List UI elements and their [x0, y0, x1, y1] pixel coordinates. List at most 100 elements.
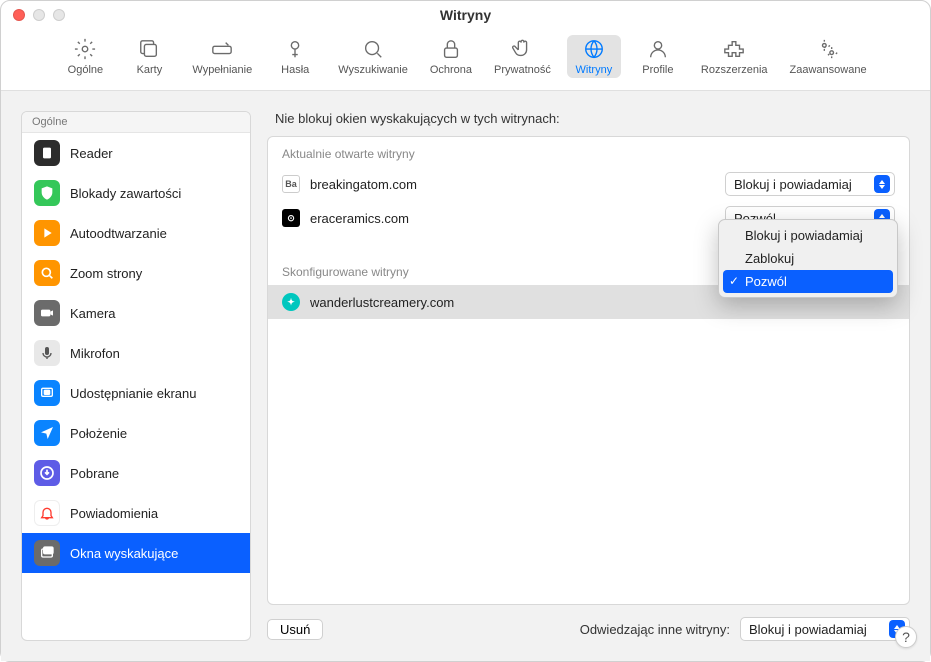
sidebar-list[interactable]: Reader Blokady zawartości Autoodtwarzani…	[22, 133, 250, 640]
toolbar-label: Rozszerzenia	[701, 64, 768, 76]
location-icon	[34, 420, 60, 446]
toolbar-advanced[interactable]: Zaawansowane	[784, 35, 873, 78]
titlebar: Witryny	[1, 1, 930, 29]
zoom-icon	[34, 260, 60, 286]
sidebar-item-label: Okna wyskakujące	[70, 546, 178, 561]
mic-icon	[34, 340, 60, 366]
toolbar-websites[interactable]: Witryny	[567, 35, 621, 78]
sidebar-item-label: Reader	[70, 146, 113, 161]
main-panel: Nie blokuj okien wyskakujących w tych wi…	[267, 111, 910, 641]
footer-row: Usuń Odwiedzając inne witryny: Blokuj i …	[267, 605, 910, 641]
toolbar-label: Profile	[642, 64, 673, 76]
help-button[interactable]: ?	[895, 626, 917, 648]
profile-icon	[646, 37, 670, 61]
sidebar-item-label: Pobrane	[70, 466, 119, 481]
select-value: Blokuj i powiadamiaj	[749, 622, 867, 637]
site-favicon: ⊙	[282, 209, 300, 227]
bell-icon	[34, 500, 60, 526]
toolbar-label: Wypełnianie	[192, 64, 252, 76]
sidebar-item-reader[interactable]: Reader	[22, 133, 250, 173]
toolbar-passwords[interactable]: Hasła	[268, 35, 322, 78]
sidebar-item-label: Blokady zawartości	[70, 186, 181, 201]
sidebar-item-label: Autoodtwarzanie	[70, 226, 167, 241]
sidebar-item-label: Udostępnianie ekranu	[70, 386, 196, 401]
sidebar-item-page-zoom[interactable]: Zoom strony	[22, 253, 250, 293]
toolbar-profiles[interactable]: Profile	[631, 35, 685, 78]
screen-icon	[34, 380, 60, 406]
site-list-box: Aktualnie otwarte witryny Ba breakingato…	[267, 136, 910, 605]
key-icon	[283, 37, 307, 61]
toolbar-tabs[interactable]: Karty	[122, 35, 176, 78]
hand-icon	[510, 37, 534, 61]
zoom-window-button[interactable]	[53, 9, 65, 21]
toolbar-autofill[interactable]: Wypełnianie	[186, 35, 258, 78]
close-window-button[interactable]	[13, 9, 25, 21]
toolbar-extensions[interactable]: Rozszerzenia	[695, 35, 774, 78]
sidebar-item-label: Powiadomienia	[70, 506, 158, 521]
visiting-others-label: Odwiedzając inne witryny:	[580, 622, 730, 637]
sidebar-item-label: Kamera	[70, 306, 116, 321]
toolbar-label: Wyszukiwanie	[338, 64, 408, 76]
sidebar-item-camera[interactable]: Kamera	[22, 293, 250, 333]
sidebar-item-label: Położenie	[70, 426, 127, 441]
shield-icon	[34, 180, 60, 206]
toolbar-security[interactable]: Ochrona	[424, 35, 478, 78]
remove-button[interactable]: Usuń	[267, 619, 323, 640]
dropdown-menu: Blokuj i powiadamiaj Zablokuj Pozwól	[718, 219, 898, 298]
tabs-icon	[137, 37, 161, 61]
sidebar-item-autoplay[interactable]: Autoodtwarzanie	[22, 213, 250, 253]
toolbar-privacy[interactable]: Prywatność	[488, 35, 557, 78]
gear-icon	[73, 37, 97, 61]
autofill-icon	[210, 37, 234, 61]
play-icon	[34, 220, 60, 246]
visiting-others-select[interactable]: Blokuj i powiadamiaj	[740, 617, 910, 641]
lock-icon	[439, 37, 463, 61]
content-area: Ogólne Reader Blokady zawartości Autoodt…	[1, 91, 930, 661]
toolbar-general[interactable]: Ogólne	[58, 35, 112, 78]
toolbar-label: Zaawansowane	[790, 64, 867, 76]
footer-right: Odwiedzając inne witryny: Blokuj i powia…	[580, 617, 910, 641]
globe-icon	[582, 37, 606, 61]
site-favicon: Ba	[282, 175, 300, 193]
site-favicon: ✦	[282, 293, 300, 311]
minimize-window-button[interactable]	[33, 9, 45, 21]
sidebar-item-label: Mikrofon	[70, 346, 120, 361]
search-icon	[361, 37, 385, 61]
sidebar-item-downloads[interactable]: Pobrane	[22, 453, 250, 493]
popup-icon	[34, 540, 60, 566]
preferences-window: Witryny Ogólne Karty Wypełnianie Hasła W…	[0, 0, 931, 662]
site-setting-select[interactable]: Blokuj i powiadamiaj	[725, 172, 895, 196]
site-row[interactable]: Ba breakingatom.com Blokuj i powiadamiaj	[268, 167, 909, 201]
sidebar-item-content-blockers[interactable]: Blokady zawartości	[22, 173, 250, 213]
sidebar-header: Ogólne	[22, 112, 250, 133]
chevron-updown-icon	[874, 175, 890, 193]
camera-icon	[34, 300, 60, 326]
gears-icon	[816, 37, 840, 61]
traffic-lights	[13, 9, 65, 21]
menu-item-block[interactable]: Zablokuj	[723, 247, 893, 270]
download-icon	[34, 460, 60, 486]
toolbar-label: Ochrona	[430, 64, 472, 76]
open-sites-header: Aktualnie otwarte witryny	[268, 137, 909, 167]
toolbar-label: Karty	[137, 64, 163, 76]
toolbar-label: Witryny	[576, 64, 613, 76]
select-value: Blokuj i powiadamiaj	[734, 177, 852, 192]
sidebar-item-screen-sharing[interactable]: Udostępnianie ekranu	[22, 373, 250, 413]
sidebar-item-location[interactable]: Położenie	[22, 413, 250, 453]
site-name: wanderlustcreamery.com	[310, 295, 715, 310]
toolbar-label: Ogólne	[68, 64, 103, 76]
window-title: Witryny	[440, 7, 491, 23]
preferences-toolbar: Ogólne Karty Wypełnianie Hasła Wyszukiwa…	[1, 29, 930, 91]
menu-item-block-notify[interactable]: Blokuj i powiadamiaj	[723, 224, 893, 247]
toolbar-search[interactable]: Wyszukiwanie	[332, 35, 414, 78]
menu-item-allow[interactable]: Pozwól	[723, 270, 893, 293]
sidebar-item-popups[interactable]: Okna wyskakujące	[22, 533, 250, 573]
sidebar-item-notifications[interactable]: Powiadomienia	[22, 493, 250, 533]
sidebar-item-label: Zoom strony	[70, 266, 142, 281]
extensions-icon	[722, 37, 746, 61]
toolbar-label: Prywatność	[494, 64, 551, 76]
site-name: breakingatom.com	[310, 177, 715, 192]
sidebar-item-microphone[interactable]: Mikrofon	[22, 333, 250, 373]
reader-icon	[34, 140, 60, 166]
site-name: eraceramics.com	[310, 211, 715, 226]
